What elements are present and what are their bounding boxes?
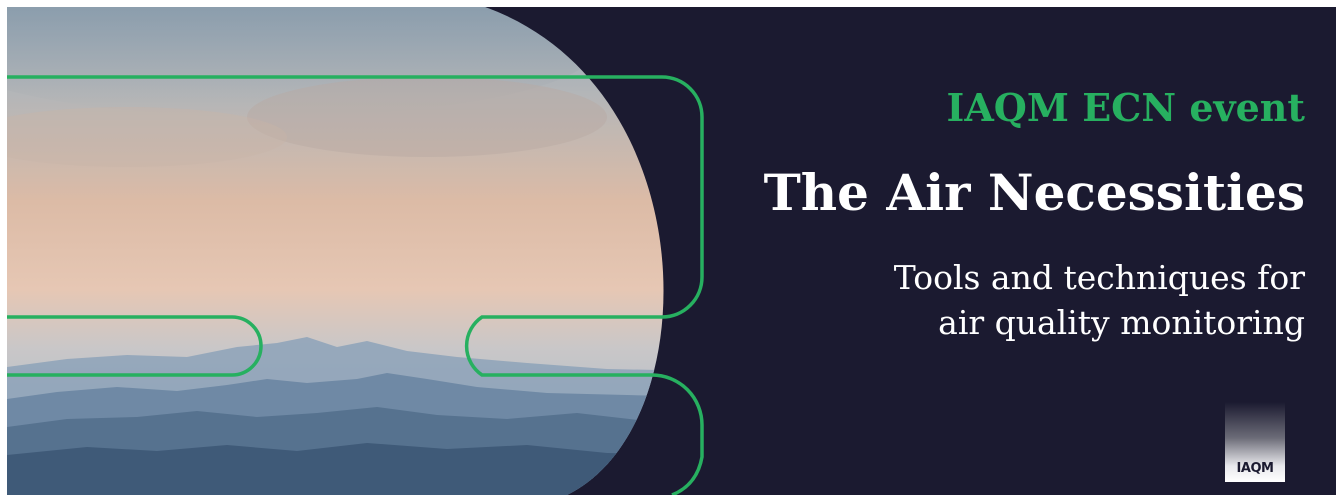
banner-artwork bbox=[7, 7, 704, 495]
logo-label: IAQM bbox=[1236, 461, 1274, 476]
event-banner: IAQM ECN event The Air Necessities Tools… bbox=[7, 7, 1336, 495]
event-subtitle: Tools and techniques for air quality mon… bbox=[894, 255, 1305, 345]
iaqm-logo: IAQM bbox=[1225, 402, 1285, 482]
event-eyebrow: IAQM ECN event bbox=[946, 85, 1305, 130]
subtitle-line-1: Tools and techniques for bbox=[893, 258, 1305, 297]
mountain-photo bbox=[7, 7, 664, 495]
event-title: The Air Necessities bbox=[763, 163, 1305, 222]
subtitle-line-2: air quality monitoring bbox=[938, 303, 1305, 342]
